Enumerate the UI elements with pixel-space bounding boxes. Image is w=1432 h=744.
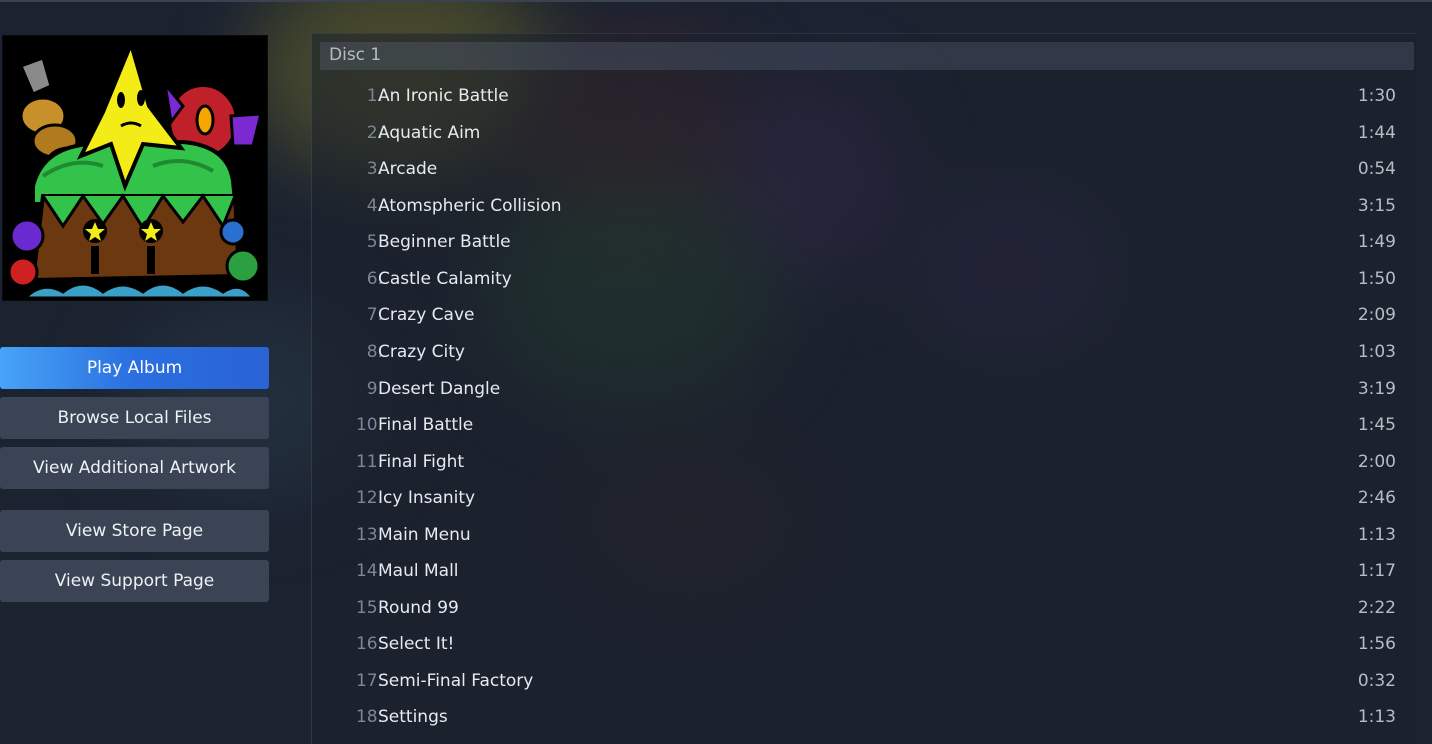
track-row[interactable]: 7. Crazy Cave 2:09	[320, 298, 1400, 334]
track-row[interactable]: 17. Semi-Final Factory 0:32	[320, 664, 1400, 700]
track-duration: 1:17	[1357, 561, 1396, 581]
track-row[interactable]: 15. Round 99 2:22	[320, 591, 1400, 627]
track-duration: 3:19	[1357, 379, 1396, 399]
track-title: Arcade	[378, 159, 438, 179]
view-additional-artwork-button[interactable]: View Additional Artwork	[0, 447, 269, 489]
track-duration: 0:54	[1357, 159, 1396, 179]
track-duration: 0:32	[1357, 671, 1396, 691]
track-title: Final Fight	[378, 452, 465, 472]
disc-header: Disc 1	[320, 42, 1414, 70]
track-row[interactable]: 5. Beginner Battle 1:49	[320, 225, 1400, 261]
track-row[interactable]: 9. Desert Dangle 3:19	[320, 372, 1400, 408]
track-title: Desert Dangle	[378, 379, 501, 399]
track-duration: 2:09	[1357, 305, 1396, 325]
track-duration: 1:50	[1357, 269, 1396, 289]
browse-local-files-button[interactable]: Browse Local Files	[0, 397, 269, 439]
track-title: Settings	[378, 707, 448, 727]
track-title: Beginner Battle	[378, 232, 511, 252]
track-row[interactable]: 12. Icy Insanity 2:46	[320, 481, 1400, 517]
track-row[interactable]: 18. Settings 1:13	[320, 700, 1400, 736]
track-row[interactable]: 8. Crazy City 1:03	[320, 335, 1400, 371]
track-title: Semi-Final Factory	[378, 671, 534, 691]
track-title: Aquatic Aim	[378, 123, 481, 143]
track-title: Crazy Cave	[378, 305, 475, 325]
track-title: Final Battle	[378, 415, 474, 435]
track-title: Select It!	[378, 634, 455, 654]
track-duration: 1:30	[1357, 86, 1396, 106]
track-duration: 3:15	[1357, 196, 1396, 216]
track-row[interactable]: 3. Arcade 0:54	[320, 152, 1400, 188]
track-duration: 1:56	[1357, 634, 1396, 654]
track-title: Round 99	[378, 598, 459, 618]
top-divider	[0, 0, 1432, 2]
track-row[interactable]: 14. Maul Mall 1:17	[320, 554, 1400, 590]
track-title: Maul Mall	[378, 561, 459, 581]
track-row[interactable]: 11. Final Fight 2:00	[320, 445, 1400, 481]
track-duration: 1:44	[1357, 123, 1396, 143]
track-row[interactable]: 4. Atomspheric Collision 3:15	[320, 189, 1400, 225]
album-cover-image	[3, 36, 267, 300]
track-duration: 2:46	[1357, 488, 1396, 508]
track-duration: 1:03	[1357, 342, 1396, 362]
track-title: Atomspheric Collision	[378, 196, 562, 216]
track-title: An Ironic Battle	[378, 86, 509, 106]
track-title: Icy Insanity	[378, 488, 476, 508]
track-duration: 1:45	[1357, 415, 1396, 435]
track-title: Crazy City	[378, 342, 465, 362]
track-row[interactable]: 13. Main Menu 1:13	[320, 518, 1400, 554]
track-row[interactable]: 6. Castle Calamity 1:50	[320, 262, 1400, 298]
track-duration: 2:00	[1357, 452, 1396, 472]
track-duration: 1:49	[1357, 232, 1396, 252]
track-row[interactable]: 1. An Ironic Battle 1:30	[320, 79, 1400, 115]
disc-label: Disc 1	[329, 45, 382, 65]
album-cover	[2, 35, 268, 301]
track-duration: 1:13	[1357, 525, 1396, 545]
play-album-button[interactable]: Play Album	[0, 347, 269, 389]
track-row[interactable]: 10. Final Battle 1:45	[320, 408, 1400, 444]
track-row[interactable]: 2. Aquatic Aim 1:44	[320, 116, 1400, 152]
track-duration: 1:13	[1357, 707, 1396, 727]
view-store-page-button[interactable]: View Store Page	[0, 510, 269, 552]
track-row[interactable]: 16. Select It! 1:56	[320, 627, 1400, 663]
view-support-page-button[interactable]: View Support Page	[0, 560, 269, 602]
track-title: Main Menu	[378, 525, 471, 545]
track-duration: 2:22	[1357, 598, 1396, 618]
track-title: Castle Calamity	[378, 269, 512, 289]
